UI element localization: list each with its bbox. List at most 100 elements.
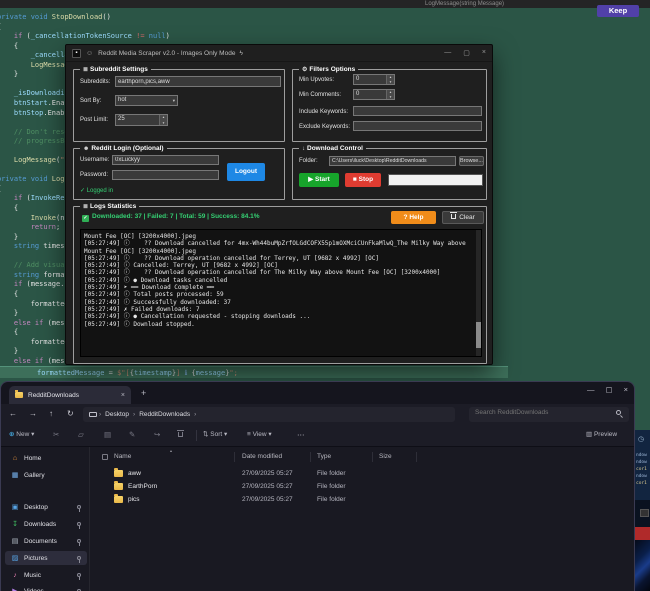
- password-input[interactable]: [112, 170, 219, 180]
- chevron-down-icon: ▾: [268, 431, 271, 438]
- file-row[interactable]: aww27/09/2025 05:27File folder: [90, 467, 634, 480]
- stop-button[interactable]: ■ Stop: [345, 173, 381, 187]
- log-output[interactable]: Mount Fee [OC] [3200x4000].jpeg [05:27:49…: [80, 229, 482, 357]
- desktop: private void StopDownload(){ if (_cancel…: [0, 0, 650, 591]
- username-input[interactable]: [112, 155, 219, 165]
- copy-button[interactable]: ▱: [78, 430, 84, 439]
- sort-ascending-icon: ▴: [170, 448, 172, 453]
- file-type: File folder: [317, 470, 346, 477]
- minimize-button[interactable]: —: [587, 385, 595, 394]
- trash-icon: [178, 432, 183, 437]
- column-divider[interactable]: [416, 452, 417, 462]
- logout-button[interactable]: Logout: [227, 163, 265, 181]
- sidebar-item-home[interactable]: ⌂Home: [5, 451, 87, 465]
- new-button[interactable]: ⊕ New ▾: [9, 430, 34, 438]
- exclude-keywords-input[interactable]: [353, 121, 482, 131]
- column-divider[interactable]: [234, 452, 235, 462]
- search-input[interactable]: [475, 409, 605, 416]
- chevron-down-icon: ▾: [224, 431, 227, 438]
- breadcrumb-item[interactable]: RedditDownloads: [139, 411, 190, 418]
- subreddits-input[interactable]: [115, 76, 281, 87]
- close-button[interactable]: ×: [482, 49, 486, 57]
- log-line: [05:27:49] ⓘ ?? Download operation cance…: [84, 269, 473, 276]
- delete-button[interactable]: [178, 430, 186, 439]
- code-line: }: [0, 347, 18, 355]
- paste-button[interactable]: ▤: [104, 430, 111, 439]
- min-comments-stepper[interactable]: 0 ▴▾: [353, 89, 395, 100]
- min-upvotes-label: Min Upvotes:: [299, 77, 334, 83]
- include-keywords-label: Include Keywords:: [299, 109, 348, 115]
- rename-button[interactable]: ✎: [129, 430, 135, 439]
- code-line: {: [0, 204, 18, 212]
- maximize-button[interactable]: ▢: [463, 49, 470, 57]
- column-divider[interactable]: [372, 452, 373, 462]
- tab-close-icon[interactable]: ×: [121, 392, 125, 399]
- refresh-button[interactable]: ↻: [67, 409, 74, 418]
- spin-down-icon[interactable]: ▾: [390, 95, 392, 99]
- folder-path-input[interactable]: [329, 156, 456, 166]
- spin-down-icon[interactable]: ▾: [390, 80, 392, 84]
- breadcrumb-item[interactable]: Desktop: [105, 411, 129, 418]
- up-button[interactable]: ↑: [49, 409, 53, 418]
- browse-button[interactable]: Browse...: [459, 156, 484, 166]
- clear-button[interactable]: Clear: [442, 211, 484, 224]
- sidebar-item-label: Pictures: [24, 555, 77, 562]
- more-button[interactable]: ⋯: [297, 430, 305, 439]
- preview-button[interactable]: ▥ Preview: [586, 430, 617, 438]
- start-button[interactable]: ▶ Start: [299, 173, 339, 187]
- terminal-text-fragment: ndow: [636, 459, 647, 466]
- new-tab-button[interactable]: +: [141, 388, 146, 398]
- sidebar-item-desktop[interactable]: ▣Desktop: [5, 500, 87, 514]
- log-line: Mount Fee [OC] [3200x4000].jpeg: [84, 248, 473, 255]
- chevron-right-icon[interactable]: ›: [99, 411, 101, 418]
- sidebar-item-gallery[interactable]: ▦Gallery: [5, 468, 87, 482]
- help-button[interactable]: ? Help: [391, 211, 436, 224]
- back-button[interactable]: ←: [9, 409, 17, 418]
- sidebar-item-downloads[interactable]: ↧Downloads: [5, 517, 87, 531]
- log-scrollbar-thumb[interactable]: [476, 322, 481, 348]
- breadcrumb[interactable]: › Desktop › RedditDownloads ›: [83, 407, 455, 422]
- sort-by-dropdown[interactable]: hot ▾: [115, 95, 178, 106]
- column-header-type[interactable]: Type: [317, 453, 331, 460]
- spin-up-icon[interactable]: ▴: [390, 90, 392, 94]
- forward-button[interactable]: →: [29, 409, 37, 418]
- column-header-date[interactable]: Date modified: [242, 453, 282, 460]
- spin-up-icon[interactable]: ▴: [390, 75, 392, 79]
- column-header-size[interactable]: Size: [379, 453, 392, 460]
- chevron-right-icon[interactable]: ›: [133, 411, 135, 418]
- column-header-name[interactable]: Name: [114, 453, 131, 460]
- spin-up-icon[interactable]: ▴: [163, 115, 165, 119]
- code-line: if (InvokeReq: [0, 194, 69, 202]
- maximize-button[interactable]: ▢: [606, 385, 613, 394]
- file-name: pics: [128, 496, 140, 503]
- sidebar-item-videos[interactable]: ▶Videos: [5, 584, 87, 591]
- code-line: btnStart.Enab: [0, 99, 69, 107]
- select-all-checkbox[interactable]: [102, 454, 108, 460]
- file-row[interactable]: pics27/09/2025 05:27File folder: [90, 493, 634, 506]
- share-button[interactable]: ↪: [154, 430, 160, 439]
- log-icon: ≣: [83, 204, 88, 210]
- close-button[interactable]: ×: [624, 385, 628, 394]
- sidebar-item-pictures[interactable]: ▨Pictures: [5, 551, 87, 565]
- keep-button[interactable]: Keep: [597, 5, 639, 17]
- view-button[interactable]: ≡ View ▾: [247, 430, 272, 438]
- search-box[interactable]: [469, 407, 629, 422]
- sort-button[interactable]: ⇅ Sort ▾: [203, 430, 227, 438]
- chevron-right-icon[interactable]: ›: [194, 411, 196, 418]
- post-limit-stepper[interactable]: 25 ▴▾: [115, 114, 168, 126]
- include-keywords-input[interactable]: [353, 106, 482, 116]
- file-row[interactable]: EarthPorn27/09/2025 05:27File folder: [90, 480, 634, 493]
- log-scrollbar[interactable]: [476, 230, 481, 356]
- log-line: [05:27:49] ⓘ ● Download tasks cancelled: [84, 277, 473, 284]
- sidebar-item-documents[interactable]: ▤Documents: [5, 534, 87, 548]
- chevron-down-icon: ▾: [173, 98, 175, 104]
- minimize-button[interactable]: —: [444, 49, 451, 57]
- spin-down-icon[interactable]: ▾: [163, 121, 165, 125]
- column-divider[interactable]: [310, 452, 311, 462]
- scraper-titlebar[interactable]: ▪ ☺ Reddit Media Scraper v2.0 - Images O…: [66, 45, 492, 62]
- folder-icon: [114, 483, 123, 490]
- min-upvotes-stepper[interactable]: 0 ▴▾: [353, 74, 395, 85]
- explorer-tab[interactable]: RedditDownloads ×: [9, 386, 131, 404]
- cut-button[interactable]: ✂: [53, 430, 59, 439]
- sidebar-item-music[interactable]: ♪Music: [5, 568, 87, 582]
